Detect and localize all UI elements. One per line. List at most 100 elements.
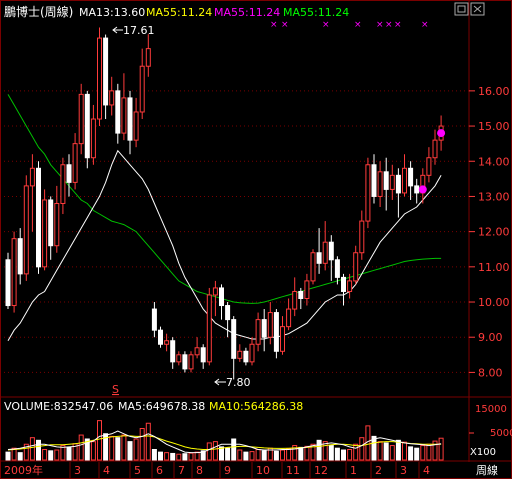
candle — [121, 73, 127, 141]
candle — [84, 90, 90, 169]
chart-canvas[interactable]: 鵬博士(周線) MA13:13.60 MA55:11.24 MA55:11.24… — [0, 0, 512, 479]
restore-icon[interactable] — [454, 2, 469, 16]
signal-dot — [437, 129, 446, 138]
candle-body — [133, 111, 139, 141]
candle — [365, 157, 371, 229]
time-label: 4 — [423, 464, 430, 477]
volume-bar — [438, 437, 444, 461]
candle — [151, 302, 157, 338]
signal-x-mark: × — [281, 20, 289, 30]
volume-bar — [48, 450, 54, 461]
candle — [341, 273, 346, 306]
signal-x-mark: × — [394, 20, 402, 30]
candle — [395, 168, 401, 218]
ma55-label-green: MA55:11.24 — [283, 6, 349, 19]
candle-body — [304, 280, 310, 299]
volume-bar — [29, 437, 35, 461]
volume-bar — [328, 445, 334, 461]
price-tick-label: 10.00 — [478, 296, 510, 309]
high-annotation: 17.61 — [112, 24, 155, 37]
volume-bar — [261, 450, 267, 461]
candle — [11, 231, 17, 313]
signal-x-mark: × — [354, 20, 362, 30]
candle-body — [371, 164, 377, 197]
price-tick-label: 8.00 — [478, 366, 503, 379]
ma55-label-magenta: MA55:11.24 — [214, 6, 280, 19]
candle — [243, 347, 249, 366]
volume-bar — [255, 449, 261, 461]
candle — [322, 221, 328, 271]
candle-body — [377, 171, 383, 197]
volume-label: VOLUME:832547.06 — [4, 400, 113, 413]
signal-x-mark: × — [385, 20, 393, 30]
volume-bar — [414, 447, 420, 461]
close-icon[interactable] — [470, 2, 485, 16]
candle-body — [109, 90, 115, 106]
ma55-label-yellow: MA55:11.24 — [146, 6, 212, 19]
candle — [432, 129, 438, 165]
stock-chart[interactable]: 鵬博士(周線) MA13:13.60 MA55:11.24 MA55:11.24… — [0, 0, 512, 479]
price-tick-label: 12.00 — [478, 226, 510, 239]
candle-body — [402, 167, 407, 194]
candle-body — [17, 238, 23, 275]
volume-tick-high: 15000 — [475, 404, 507, 415]
candle-body — [219, 287, 224, 307]
candle-body — [212, 287, 218, 296]
moving-averages — [7, 94, 442, 341]
split-marker: S — [112, 383, 119, 396]
price-axis: 16.00 15.00 14.00 13.00 12.00 11.00 10.00 9.00 8… — [469, 85, 510, 379]
candle — [212, 280, 218, 317]
candle — [103, 34, 109, 120]
candle — [389, 164, 395, 200]
volume-bar — [151, 449, 157, 461]
candle-body — [237, 350, 243, 359]
candle-body — [182, 354, 188, 370]
volume-bar — [176, 453, 182, 461]
volume-bar — [280, 449, 285, 461]
time-label: 2 — [375, 464, 382, 477]
candle — [133, 97, 139, 148]
volume-bar — [231, 438, 237, 461]
candle — [23, 175, 29, 281]
ma13-label: MA13:13.60 — [79, 6, 145, 19]
candle-body — [328, 241, 334, 261]
signal-marks: × × × × × × × × — [270, 20, 429, 30]
candle — [145, 34, 151, 77]
candle — [231, 316, 237, 380]
candle-body — [54, 202, 60, 247]
candle — [377, 161, 383, 207]
signal-x-mark: × — [376, 20, 384, 30]
high-value: 17.61 — [123, 24, 155, 37]
volume-bar — [97, 420, 102, 461]
time-label: 6 — [156, 464, 163, 477]
candle-body — [310, 252, 316, 282]
time-axis: 2009年 3 4 5 6 7 8 9 10 11 12 1 2 3 4 — [4, 462, 430, 478]
volume-bar — [408, 446, 414, 461]
volume-bar — [109, 435, 115, 461]
volume-bar — [273, 450, 279, 461]
candle-body — [103, 37, 109, 106]
candle-body — [231, 319, 237, 359]
candle — [261, 309, 267, 352]
time-label: 11 — [286, 464, 300, 477]
candle — [200, 344, 206, 369]
candle — [36, 161, 41, 274]
candle — [292, 277, 298, 317]
time-label: 5 — [134, 464, 141, 477]
candle-body — [200, 347, 206, 363]
candle — [286, 298, 292, 331]
period-label[interactable]: 周線 — [476, 463, 498, 477]
time-label: 1 — [350, 464, 357, 477]
candle — [353, 245, 359, 285]
candle-body — [127, 97, 133, 141]
candle-body — [280, 326, 285, 352]
volume-unit: X100 — [470, 447, 496, 458]
candle-body — [334, 259, 340, 278]
time-label: 4 — [103, 464, 110, 477]
volume-bar — [212, 441, 218, 461]
candle — [219, 284, 224, 320]
candle-body — [249, 343, 255, 363]
candle — [176, 351, 182, 366]
candle-body — [60, 164, 66, 204]
candle-body — [176, 354, 182, 363]
